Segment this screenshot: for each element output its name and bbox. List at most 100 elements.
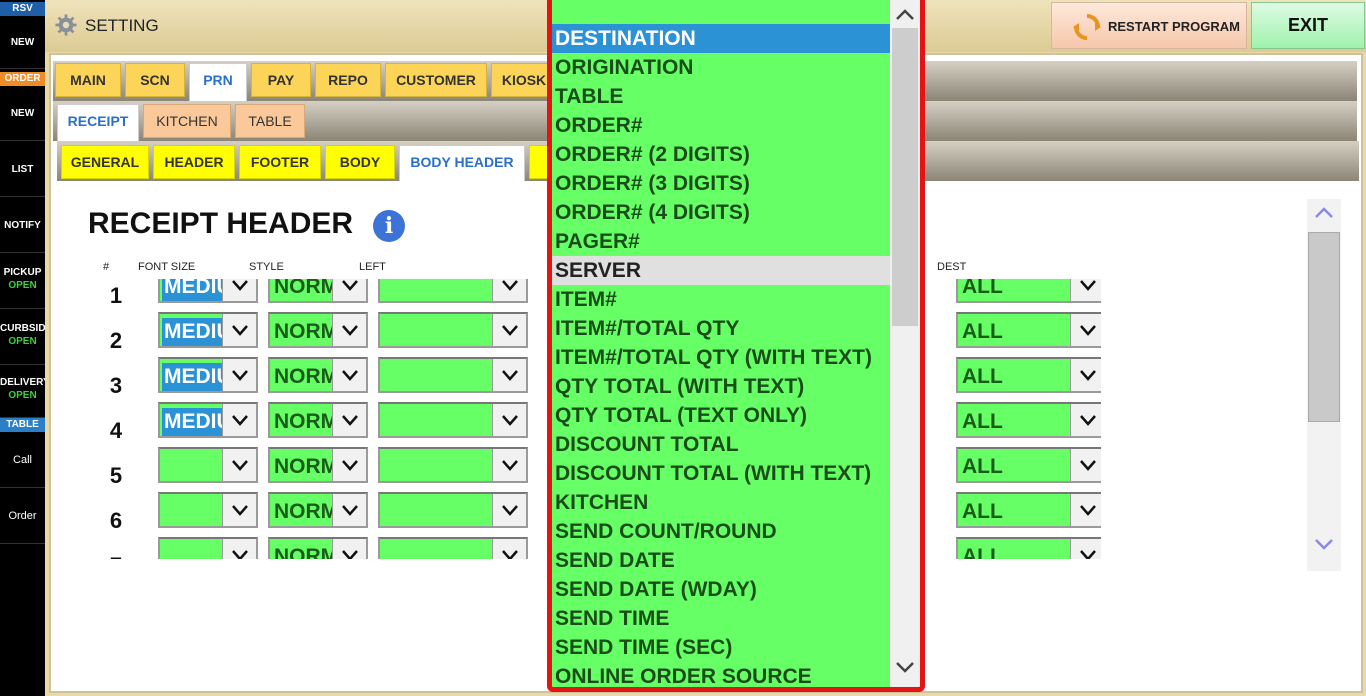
font-size-select[interactable] [158,447,258,483]
dropdown-arrow-button[interactable] [222,359,256,391]
dropdown-option[interactable]: ITEM#/TOTAL QTY [552,314,890,343]
order-new-button[interactable]: NEW [0,87,45,141]
left-select[interactable] [378,357,528,393]
style-select[interactable]: NORMAL [268,357,368,393]
dropdown-arrow-button[interactable] [332,279,366,301]
dropdown-arrow-button[interactable] [492,359,526,391]
left-select[interactable] [378,447,528,483]
dropdown-arrow-button[interactable] [1070,404,1101,436]
style-select[interactable]: NORMAL [268,492,368,528]
dropdown-arrow-button[interactable] [1070,494,1101,526]
tab-header[interactable]: HEADER [153,145,235,179]
tab-receipt[interactable]: RECEIPT [57,104,139,141]
table-order-button[interactable]: Order [0,489,45,544]
chevron-up-icon[interactable] [895,7,915,21]
tab-repo[interactable]: REPO [315,63,381,97]
dropdown-option[interactable]: ONLINE ORDER SOURCE [552,662,890,687]
dropdown-option[interactable]: ORDER# (4 DIGITS) [552,198,890,227]
dropdown-arrow-button[interactable] [492,539,526,559]
left-select[interactable] [378,279,528,303]
restart-program-button[interactable]: RESTART PROGRAM [1051,2,1247,49]
dropdown-arrow-button[interactable] [1070,359,1101,391]
dropdown-option[interactable]: PAGER# [552,227,890,256]
font-size-select[interactable] [158,492,258,528]
dropdown-arrow-button[interactable] [492,494,526,526]
dropdown-scroll-thumb[interactable] [892,28,918,326]
dropdown-arrow-button[interactable] [1070,279,1101,301]
dropdown-scrollbar[interactable] [890,0,920,687]
dropdown-arrow-button[interactable] [492,279,526,301]
dropdown-arrow-button[interactable] [492,314,526,346]
call-button[interactable]: Call [0,433,45,488]
dropdown-option[interactable]: TABLE [552,82,890,111]
content-scroll-thumb[interactable] [1308,232,1340,422]
dropdown-arrow-button[interactable] [332,449,366,481]
dropdown-option[interactable]: SEND DATE (WDAY) [552,575,890,604]
style-select[interactable]: NORMAL [268,537,368,559]
left-select[interactable] [378,402,528,438]
info-icon[interactable]: i [373,210,405,242]
style-select[interactable]: NORMAL [268,402,368,438]
dropdown-option[interactable]: DISCOUNT TOTAL (WITH TEXT) [552,459,890,488]
dropdown-option[interactable]: DESTINATION [552,24,890,53]
left-select[interactable] [378,537,528,559]
chevron-down-icon[interactable] [895,660,915,674]
dest-select[interactable]: ALL [956,312,1101,348]
tab-footer[interactable]: FOOTER [239,145,321,179]
dropdown-option[interactable]: ITEM#/TOTAL QTY (WITH TEXT) [552,343,890,372]
rsv-new-button[interactable]: NEW [0,17,45,69]
dropdown-arrow-button[interactable] [332,539,366,559]
curbside-button[interactable]: CURBSIDE OPEN [0,310,45,365]
dropdown-option[interactable]: DISCOUNT TOTAL [552,430,890,459]
dropdown-option[interactable]: SEND COUNT/ROUND [552,517,890,546]
tab-body-header[interactable]: BODY HEADER [399,145,525,181]
tab-kitchen[interactable]: KITCHEN [143,104,231,138]
dropdown-option[interactable]: QTY TOTAL (TEXT ONLY) [552,401,890,430]
notify-button[interactable]: NOTIFY [0,198,45,253]
dropdown-arrow-button[interactable] [332,314,366,346]
dropdown-arrow-button[interactable] [332,404,366,436]
font-size-select[interactable]: MEDIUM [158,357,258,393]
dropdown-arrow-button[interactable] [332,494,366,526]
dropdown-arrow-button[interactable] [1070,539,1101,559]
tab-partial[interactable] [529,145,549,179]
chevron-down-icon[interactable] [1314,537,1334,551]
dropdown-arrow-button[interactable] [222,404,256,436]
dest-select[interactable]: ALL [956,402,1101,438]
font-size-select[interactable]: MEDIUM [158,402,258,438]
dropdown-arrow-button[interactable] [222,494,256,526]
order-list-button[interactable]: LIST [0,142,45,197]
dropdown-arrow-button[interactable] [222,314,256,346]
tab-pay[interactable]: PAY [251,63,311,97]
dropdown-option[interactable]: KITCHEN [552,488,890,517]
exit-button[interactable]: EXIT [1251,2,1365,49]
style-select[interactable]: NORMAL [268,279,368,303]
dest-select[interactable]: ALL [956,279,1101,303]
dropdown-arrow-button[interactable] [492,449,526,481]
dropdown-arrow-button[interactable] [1070,449,1101,481]
dropdown-option[interactable]: SEND TIME [552,604,890,633]
left-select[interactable] [378,312,528,348]
dropdown-arrow-button[interactable] [222,539,256,559]
style-select[interactable]: NORMAL [268,447,368,483]
dest-select[interactable]: ALL [956,447,1101,483]
pickup-button[interactable]: PICKUP OPEN [0,254,45,309]
font-size-select[interactable]: MEDIUM [158,312,258,348]
dest-select[interactable]: ALL [956,492,1101,528]
content-scrollbar[interactable] [1307,199,1341,571]
style-select[interactable]: NORMAL [268,312,368,348]
tab-prn[interactable]: PRN [189,63,247,101]
dropdown-arrow-button[interactable] [492,404,526,436]
dropdown-list[interactable]: DESTINATION ORIGINATION TABLE ORDER# ORDER# … [547,0,925,692]
dropdown-arrow-button[interactable] [222,279,256,301]
dropdown-arrow-button[interactable] [222,449,256,481]
tab-main[interactable]: MAIN [55,63,121,97]
delivery-button[interactable]: DELIVERY OPEN [0,366,45,418]
tab-general[interactable]: GENERAL [61,145,149,179]
dropdown-option[interactable]: ITEM# [552,285,890,314]
dropdown-option[interactable]: ORDER# (2 DIGITS) [552,140,890,169]
dropdown-option[interactable]: SEND TIME (SEC) [552,633,890,662]
dest-select[interactable]: ALL [956,537,1101,559]
dest-select[interactable]: ALL [956,357,1101,393]
tab-body[interactable]: BODY [325,145,395,179]
